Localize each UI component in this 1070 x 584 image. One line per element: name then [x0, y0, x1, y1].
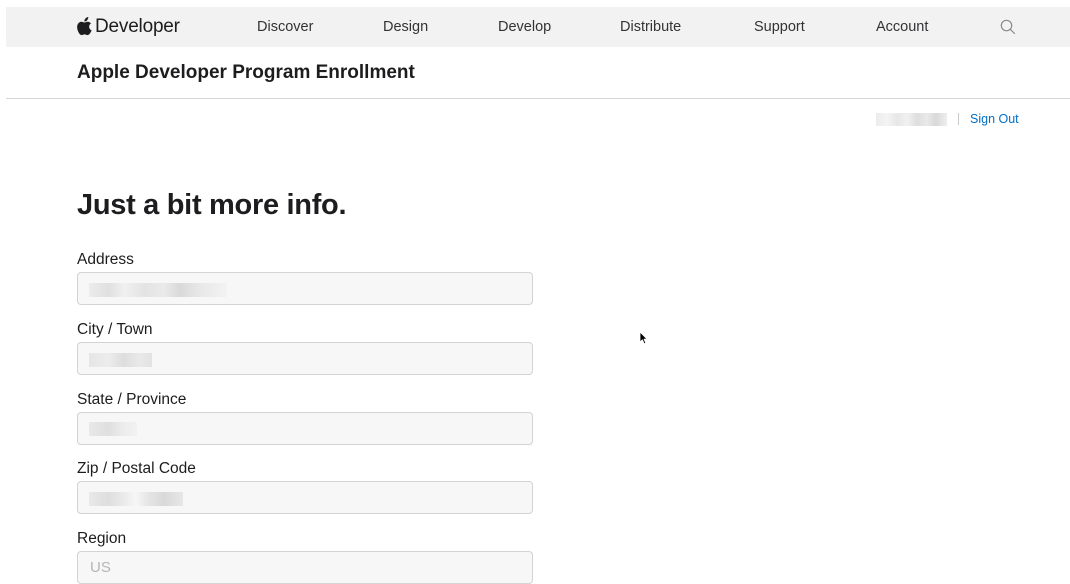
city-label: City / Town	[77, 321, 153, 338]
state-label: State / Province	[77, 391, 187, 408]
developer-home-link[interactable]: Developer	[76, 7, 180, 47]
address-field[interactable]	[77, 272, 533, 305]
nav-item-design[interactable]: Design	[383, 7, 428, 47]
nav-item-account[interactable]: Account	[876, 7, 928, 47]
mouse-pointer-icon	[639, 331, 648, 345]
region-field[interactable]	[77, 551, 533, 584]
zip-label: Zip / Postal Code	[77, 460, 196, 477]
account-divider	[958, 113, 959, 125]
program-title: Apple Developer Program Enrollment	[77, 62, 415, 83]
apple-logo-icon	[77, 16, 92, 35]
sign-out-link[interactable]: Sign Out	[970, 112, 1019, 126]
program-subnav: Apple Developer Program Enrollment	[6, 47, 1070, 99]
account-name	[876, 112, 947, 126]
state-field[interactable]	[77, 412, 533, 445]
page-heading: Just a bit more info.	[77, 189, 347, 221]
nav-item-develop[interactable]: Develop	[498, 7, 551, 47]
city-field[interactable]	[77, 342, 533, 375]
nav-item-discover[interactable]: Discover	[257, 7, 313, 47]
developer-brand-label: Developer	[95, 16, 180, 37]
nav-item-distribute[interactable]: Distribute	[620, 7, 681, 47]
address-label: Address	[77, 251, 134, 268]
global-nav: Developer Discover Design Develop Distri…	[6, 7, 1070, 47]
zip-field[interactable]	[77, 481, 533, 514]
nav-item-support[interactable]: Support	[754, 7, 805, 47]
search-icon[interactable]	[999, 18, 1017, 36]
account-bar: Sign Out	[876, 111, 1019, 127]
region-label: Region	[77, 530, 127, 547]
